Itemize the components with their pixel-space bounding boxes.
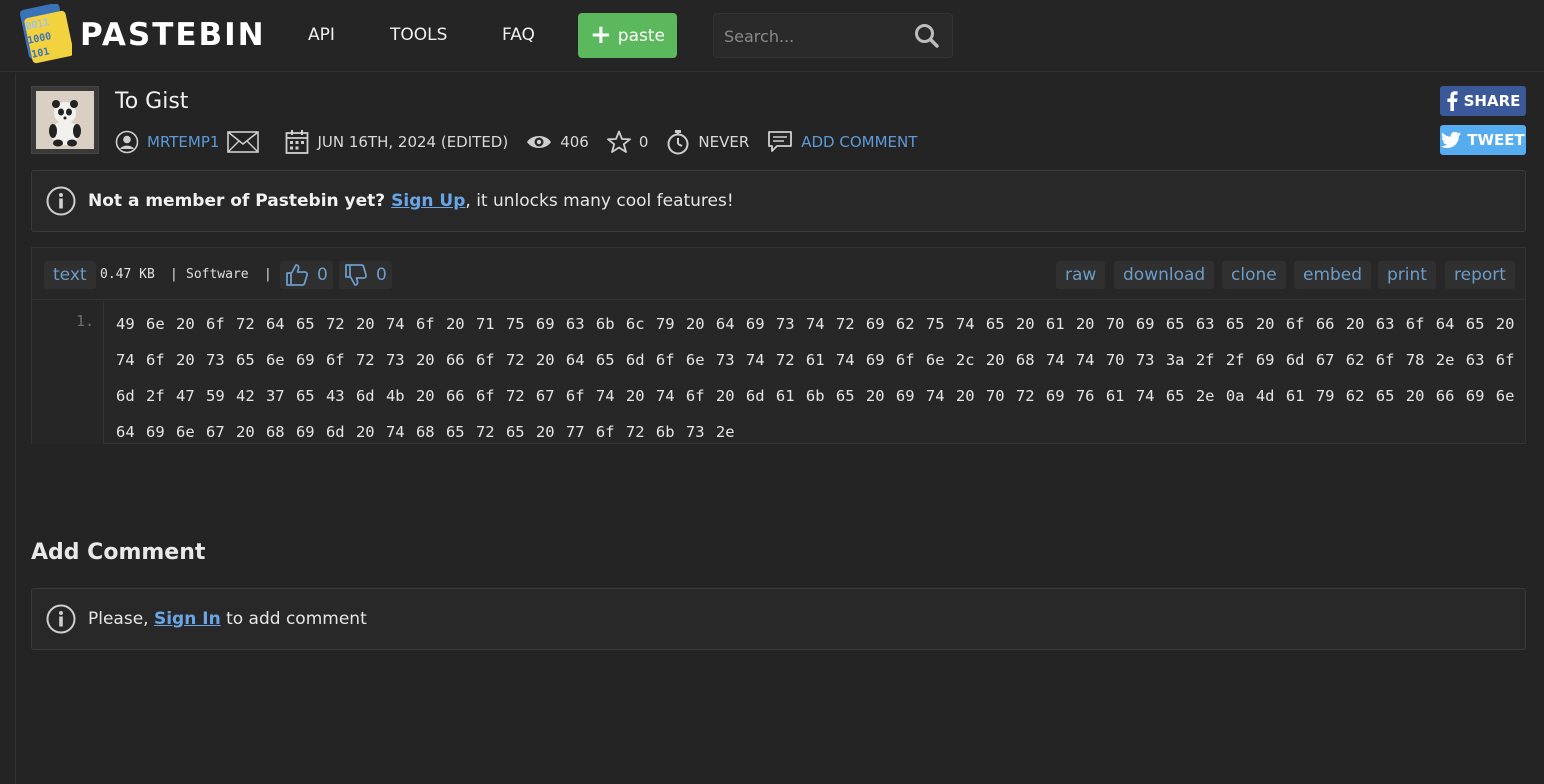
expiry-item: NEVER	[666, 129, 749, 155]
share-label: SHARE	[1463, 92, 1521, 110]
new-paste-button[interactable]: + paste	[578, 13, 677, 58]
report-button[interactable]: report	[1445, 261, 1515, 289]
comment-icon	[768, 131, 793, 152]
site-header: 0011 1000 101 PASTEBIN API TOOLS FAQ + p…	[0, 0, 1544, 72]
new-paste-label: paste	[617, 25, 665, 46]
info-icon	[46, 186, 76, 216]
tweet-label: TWEET	[1467, 131, 1525, 149]
expiry-value: NEVER	[698, 133, 750, 151]
download-button[interactable]: download	[1114, 261, 1215, 289]
like-button[interactable]: 0	[280, 261, 333, 289]
separator-1: |	[170, 267, 178, 282]
paste-date: JUN 16TH, 2024 (EDITED)	[317, 133, 509, 151]
separator-2: |	[264, 267, 272, 282]
thumbs-down-icon	[345, 264, 368, 286]
views-item: 406	[526, 133, 589, 151]
avatar[interactable]	[31, 86, 99, 154]
twitter-icon	[1441, 132, 1462, 148]
add-comment-heading: Add Comment	[31, 540, 206, 565]
line-number: 1.	[75, 312, 94, 330]
eye-icon	[527, 136, 552, 148]
twitter-tweet-button[interactable]: TWEET	[1440, 125, 1526, 155]
signin-link[interactable]: Sign In	[154, 609, 221, 629]
mail-icon[interactable]	[227, 131, 260, 153]
notice-rest-text: , it unlocks many cool features!	[465, 191, 734, 211]
signup-notice: Not a member of Pastebin yet? Sign Up , …	[31, 170, 1526, 232]
left-divider	[15, 73, 16, 784]
search-icon[interactable]	[914, 23, 940, 53]
signin-suffix: to add comment	[220, 609, 367, 629]
view-count: 406	[560, 133, 589, 151]
notice-bold-text: Not a member of Pastebin yet?	[88, 191, 386, 211]
nav-faq[interactable]: FAQ	[502, 25, 535, 45]
nav-tools[interactable]: TOOLS	[390, 25, 447, 45]
date-item: JUN 16TH, 2024 (EDITED)	[285, 129, 508, 155]
paste-size: 0.47 KB	[100, 267, 155, 282]
thumbs-up-icon	[286, 264, 309, 286]
facebook-icon	[1447, 91, 1458, 111]
raw-button[interactable]: raw	[1056, 261, 1106, 289]
paste-meta: MRTEMP1 JUN 16TH, 2024 (EDITED) 406 0 NE…	[115, 128, 935, 156]
signin-notice: Please, Sign In to add comment	[31, 588, 1526, 650]
stars-item: 0	[606, 130, 649, 154]
signup-link[interactable]: Sign Up	[391, 191, 465, 211]
signin-prefix: Please,	[88, 609, 154, 629]
info-icon	[46, 604, 76, 634]
star-icon[interactable]	[606, 130, 631, 154]
paste-title: To Gist	[115, 89, 189, 114]
facebook-share-button[interactable]: SHARE	[1440, 86, 1526, 116]
nav-api[interactable]: API	[308, 25, 335, 45]
user-icon	[115, 130, 139, 154]
logo-text[interactable]: PASTEBIN	[80, 17, 266, 53]
paste-category: Software	[186, 267, 249, 282]
clone-button[interactable]: clone	[1222, 261, 1286, 289]
calendar-icon	[286, 130, 309, 154]
like-count: 0	[317, 265, 328, 285]
star-count: 0	[638, 133, 649, 151]
stopwatch-icon	[667, 130, 689, 155]
pastebin-logo-icon[interactable]: 0011 1000 101	[18, 3, 74, 64]
code-content[interactable]: 49 6e 20 6f 72 64 65 72 20 74 6f 20 71 7…	[116, 301, 1516, 450]
comment-item[interactable]: ADD COMMENT	[767, 130, 917, 154]
add-comment-link[interactable]: ADD COMMENT	[801, 133, 917, 151]
code-toolbar: text 0.47 KB | Software | 0 0 raw downlo…	[32, 248, 1525, 300]
embed-button[interactable]: embed	[1294, 261, 1372, 289]
panda-avatar-image	[36, 91, 94, 149]
dislike-count: 0	[376, 265, 387, 285]
code-container: text 0.47 KB | Software | 0 0 raw downlo…	[31, 247, 1526, 444]
line-number-gutter: 1.	[32, 301, 104, 444]
syntax-tag[interactable]: text	[44, 261, 96, 289]
author-item: MRTEMP1	[115, 130, 267, 154]
search-box	[713, 13, 953, 58]
plus-icon: +	[590, 19, 612, 50]
author-link[interactable]: MRTEMP1	[147, 133, 219, 151]
search-input[interactable]	[724, 24, 904, 48]
print-button[interactable]: print	[1378, 261, 1436, 289]
dislike-button[interactable]: 0	[339, 261, 392, 289]
